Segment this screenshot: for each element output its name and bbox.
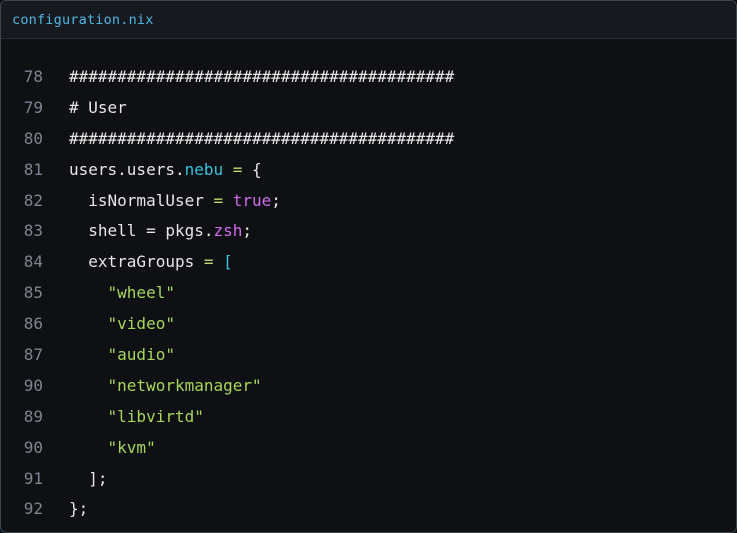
line-code: users.users.nebu = { (69, 160, 262, 179)
line-number: 80 (23, 128, 43, 148)
code-token: "networkmanager" (107, 375, 262, 395)
code-line[interactable]: 90 "networkmanager" (1, 370, 736, 401)
code-token: # User (69, 97, 127, 117)
code-token: "libvirtd" (107, 406, 204, 426)
code-token: ; (271, 190, 281, 210)
code-token: ; (242, 221, 253, 241)
code-line[interactable]: 86 "video" (1, 308, 736, 339)
line-number: 85 (23, 283, 43, 303)
file-tab[interactable]: configuration.nix (1, 12, 154, 28)
code-token: "wheel" (107, 283, 175, 303)
code-editor[interactable]: 78 ######################################… (1, 61, 736, 524)
code-token: ######################################## (69, 128, 455, 148)
line-number: 90 (23, 437, 43, 457)
code-token: ######################################## (69, 66, 455, 86)
code-line[interactable]: 92}; (1, 493, 736, 524)
code-token: extraGroups (69, 252, 195, 272)
code-token: = (223, 159, 253, 179)
code-token: users.users. (69, 159, 185, 179)
line-number: 89 (23, 406, 43, 426)
line-code: "audio" (69, 345, 175, 364)
code-line[interactable]: 84 extraGroups = [ (1, 246, 736, 277)
code-token: "video" (107, 314, 175, 334)
line-code: "networkmanager" (69, 376, 262, 395)
line-code: ]; (69, 468, 108, 488)
code-token: zsh (213, 221, 243, 241)
line-number: 86 (23, 314, 43, 334)
line-code: isNormalUser = true; (69, 191, 281, 210)
code-token: [ (223, 252, 233, 272)
line-number: 83 (23, 221, 43, 241)
code-token: = (203, 190, 233, 210)
code-token: "audio" (107, 344, 175, 364)
code-line[interactable]: 83 shell = pkgs.zsh; (1, 215, 736, 246)
line-number: 92 (23, 499, 43, 519)
line-number: 79 (23, 97, 43, 117)
line-number: 82 (23, 190, 43, 210)
code-line[interactable]: 90 "kvm" (1, 432, 736, 463)
line-code: "wheel" (69, 283, 175, 302)
code-token: isNormalUser (69, 190, 204, 210)
code-line[interactable]: 85 "wheel" (1, 277, 736, 308)
code-token: }; (69, 499, 89, 519)
line-number: 90 (23, 375, 43, 395)
line-code: "libvirtd" (69, 407, 204, 426)
code-line[interactable]: 91 ]; (1, 463, 736, 494)
code-token: ]; (69, 468, 108, 488)
line-number: 87 (23, 344, 43, 364)
code-line[interactable]: 78 ######################################… (1, 61, 736, 92)
line-code: "kvm" (69, 438, 156, 457)
code-token: true (232, 190, 272, 210)
code-line[interactable]: 87 "audio" (1, 339, 736, 370)
line-code: ######################################## (69, 129, 454, 148)
line-number: 84 (23, 252, 43, 272)
line-number: 78 (23, 66, 43, 86)
line-number: 91 (23, 468, 43, 488)
code-token: = (194, 252, 224, 272)
code-line[interactable]: 79 # User (1, 92, 736, 123)
code-line[interactable]: 82 isNormalUser = true; (1, 185, 736, 216)
line-code: ######################################## (69, 67, 454, 86)
code-line[interactable]: 81 users.users.nebu = { (1, 154, 736, 185)
editor-window: configuration.nix 78 ####################… (0, 0, 737, 533)
code-token: nebu (184, 159, 224, 179)
line-code: }; (69, 499, 88, 518)
code-token: "kvm" (107, 437, 156, 457)
code-line[interactable]: 89 "libvirtd" (1, 401, 736, 432)
code-token: { (252, 159, 262, 179)
line-code: extraGroups = [ (69, 252, 233, 271)
tab-bar: configuration.nix (1, 1, 736, 39)
line-code: # User (69, 98, 127, 117)
line-number: 81 (23, 159, 43, 179)
line-code: shell = pkgs.zsh; (69, 221, 252, 240)
line-code: "video" (69, 314, 175, 333)
code-line[interactable]: 80 ######################################… (1, 123, 736, 154)
code-token: shell = pkgs. (69, 221, 214, 241)
